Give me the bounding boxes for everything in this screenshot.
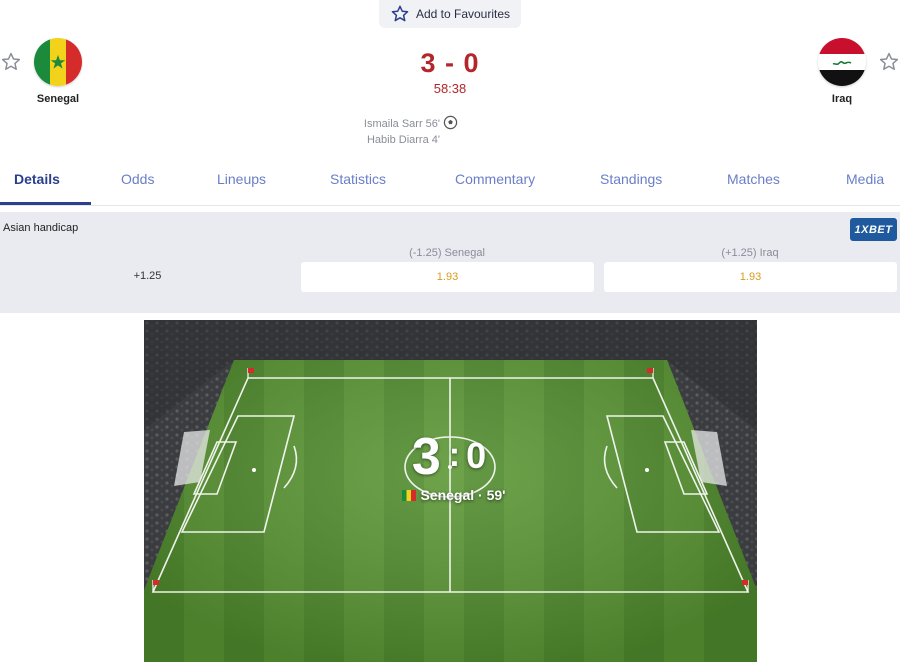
favourite-label: Add to Favourites bbox=[415, 7, 511, 21]
home-odd-value: 1.93 bbox=[436, 271, 459, 283]
away-favourite-star-icon[interactable] bbox=[878, 51, 900, 73]
soccer-ball-icon bbox=[443, 115, 458, 130]
bookmaker-logo[interactable]: 1XBET bbox=[850, 218, 897, 241]
tracker-event-text: Senegal · 59' bbox=[420, 487, 506, 503]
senegal-mini-flag-icon bbox=[402, 490, 417, 501]
tab-standings[interactable]: Standings bbox=[600, 160, 662, 206]
home-odd-button[interactable]: 1.93 bbox=[301, 262, 594, 292]
odds-title: Asian handicap bbox=[3, 222, 79, 234]
add-to-favourites-button[interactable]: Add to Favourites bbox=[379, 0, 521, 28]
iraq-flag-icon bbox=[818, 38, 866, 86]
match-score: 3 - 0 bbox=[420, 48, 480, 78]
tracker-score: 3:0 bbox=[384, 427, 514, 487]
goal-scorers: Ismaila Sarr 56' Habib Diarra 4' bbox=[300, 116, 440, 148]
away-odd-label: (+1.25) Iraq bbox=[721, 247, 779, 259]
tab-details[interactable]: Details bbox=[14, 160, 60, 206]
home-team-name: Senegal bbox=[36, 93, 80, 105]
scorer-line: Habib Diarra 4' bbox=[366, 134, 440, 146]
handicap-line: +1.25 bbox=[133, 270, 162, 282]
active-tab-indicator bbox=[0, 202, 91, 205]
senegal-flag-icon bbox=[34, 38, 82, 86]
tracker-away-score: 0 bbox=[466, 435, 487, 476]
tab-commentary[interactable]: Commentary bbox=[455, 160, 535, 206]
home-team[interactable]: Senegal bbox=[18, 38, 98, 105]
tab-lineups[interactable]: Lineups bbox=[217, 160, 266, 206]
tab-matches[interactable]: Matches bbox=[727, 160, 780, 206]
asian-handicap-panel: Asian handicap 1XBET +1.25 (-1.25) Seneg… bbox=[0, 212, 900, 313]
match-tabs: Details Odds Lineups Statistics Commenta… bbox=[0, 160, 900, 206]
away-odd-value: 1.93 bbox=[739, 271, 762, 283]
match-clock: 58:38 bbox=[433, 81, 467, 96]
star-outline-icon bbox=[391, 5, 409, 22]
match-tracker: 3:0 Senegal · 59' bbox=[144, 320, 757, 662]
away-team-name: Iraq bbox=[831, 93, 853, 105]
tracker-home-score: 3 bbox=[411, 428, 443, 486]
away-team[interactable]: Iraq bbox=[802, 38, 882, 105]
away-odd-button[interactable]: 1.93 bbox=[604, 262, 897, 292]
tracker-score-separator: : bbox=[448, 436, 461, 474]
scorer-line: Ismaila Sarr 56' bbox=[363, 118, 440, 130]
tab-media[interactable]: Media bbox=[846, 160, 884, 206]
tab-statistics[interactable]: Statistics bbox=[330, 160, 386, 206]
home-odd-label: (-1.25) Senegal bbox=[409, 247, 485, 259]
tab-odds[interactable]: Odds bbox=[121, 160, 154, 206]
tracker-event: Senegal · 59' bbox=[384, 487, 524, 503]
